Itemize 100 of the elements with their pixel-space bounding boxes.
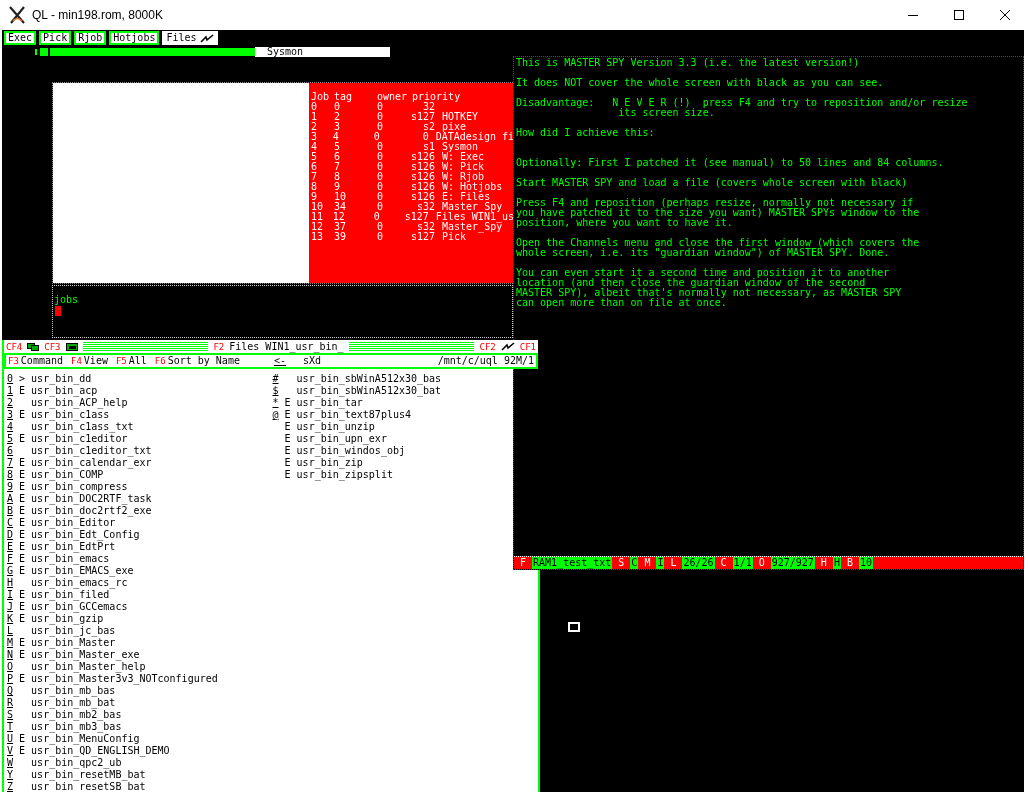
path-label: /mnt/c/uql 92M/1 <box>437 355 534 367</box>
hotkey-button[interactable]: Rjob <box>74 31 107 45</box>
file-item[interactable]: 6 usr_bin_c1editor_txt <box>7 445 152 457</box>
file-item[interactable]: J E usr_bin_GCCemacs <box>7 601 128 613</box>
menu-item[interactable]: View <box>83 355 108 367</box>
hotkey-button[interactable]: Exec <box>4 31 37 45</box>
file-item[interactable]: N E usr_bin_Master_exe <box>7 649 140 661</box>
hotkey-button[interactable]: Hotjobs <box>109 31 160 45</box>
table-cell-text: s126 <box>409 172 435 182</box>
table-cell-text: 1 <box>311 112 319 122</box>
file-item[interactable]: K E usr_bin_gzip <box>7 613 104 625</box>
file-item[interactable]: 3 E usr_bin_c1ass <box>7 409 110 421</box>
table-cell-text: 0 <box>377 152 385 162</box>
file-item[interactable]: 9 E usr_bin_compress <box>7 481 128 493</box>
table-cell: HOTKEY <box>442 112 479 122</box>
table-cell-text: 0 <box>377 102 385 112</box>
file-item[interactable]: 5 E usr_bin_c1editor <box>7 433 128 445</box>
column-header: Job <box>311 92 331 102</box>
file-item[interactable]: $ usr_bin_sbWinA512x30_bat <box>272 385 442 397</box>
file-item[interactable]: 8 E usr_bin_COMP <box>7 469 104 481</box>
close-icon <box>1000 10 1010 20</box>
table-cell-text: 3 <box>334 122 342 132</box>
file-item[interactable]: U E usr_bin_MenuConfig <box>7 733 140 745</box>
file-item[interactable]: A E usr_bin_DOC2RTF_task <box>7 493 152 505</box>
table-cell: W: Rjob <box>442 172 485 182</box>
table-cell-text: 32 <box>422 102 435 112</box>
table-cell-text: 0 <box>377 182 385 192</box>
file-item[interactable]: D E usr_bin_Edt_Config <box>7 529 140 541</box>
table-cell: W: Pick <box>442 162 485 172</box>
file-item[interactable]: R usr_bin_mb_bat <box>7 697 116 709</box>
file-item[interactable]: E E usr_bin_EdtPrt <box>7 541 116 553</box>
window-icon <box>65 342 78 351</box>
table-cell-text: 0 <box>377 202 385 212</box>
file-item[interactable]: 0 > usr_bin_dd <box>7 373 92 385</box>
status-field: I <box>656 557 665 569</box>
hotkey-button[interactable]: Pick <box>39 31 72 45</box>
function-key-label: F6 <box>154 355 166 367</box>
menu-item[interactable]: Sort by Name <box>167 355 240 367</box>
column-header: owner <box>377 92 409 102</box>
table-cell-text: s127 <box>409 232 435 242</box>
table-cell: E: Files <box>442 192 491 202</box>
file-item[interactable]: 2 usr_bin_ACP_help <box>7 397 128 409</box>
file-item[interactable]: E usr_bin_zip <box>272 457 363 469</box>
file-item[interactable]: Z usr_bin_resetSB_bat <box>7 781 146 792</box>
file-item[interactable]: M E usr_bin_Master <box>7 637 116 649</box>
file-item[interactable]: E usr_bin_upn_exr <box>272 433 387 445</box>
menu-item[interactable]: All <box>128 355 147 367</box>
table-cell-text: 5 <box>311 152 319 162</box>
lightning-icon <box>500 342 515 351</box>
table-cell-text: 11 <box>311 212 325 222</box>
file-item[interactable]: 7 E usr_bin_calendar_exr <box>7 457 152 469</box>
file-item[interactable]: H usr_bin_emacs_rc <box>7 577 128 589</box>
table-cell-text: s126 <box>409 182 435 192</box>
table-cell-text: 4 <box>332 132 340 142</box>
table-cell-text: s126 <box>409 152 435 162</box>
function-key-label: F3 <box>8 355 19 367</box>
table-cell-text: 8 <box>311 182 319 192</box>
file-item[interactable]: 4 usr_bin_c1ass_txt <box>7 421 134 433</box>
file-item[interactable]: L usr_bin_jc_bas <box>7 625 116 637</box>
file-item[interactable]: E usr_bin_windos_obj <box>272 445 405 457</box>
file-item[interactable]: B E usr_bin_doc2rtf2_exe <box>7 505 152 517</box>
outline-rectangle-icon <box>568 622 580 632</box>
column-header: priority <box>412 92 461 102</box>
file-item[interactable]: * E usr_bin_tar <box>272 397 363 409</box>
file-item[interactable]: @ E usr_bin_text87plus4 <box>272 409 411 421</box>
text-paragraph: Open the Channels menu and close the first window (which covers the whole screen, i.e. its "guardian window") of MASTER SPY. Done. <box>516 238 921 258</box>
file-item[interactable]: E usr_bin_unzip <box>272 421 375 433</box>
file-item[interactable]: T usr_bin_mb3_bas <box>7 721 122 733</box>
hotkey-button[interactable]: Files <box>162 31 218 45</box>
file-item[interactable]: Y usr_bin_resetMB_bat <box>7 769 146 781</box>
file-item[interactable]: # usr_bin_sbWinA512x30_bas <box>272 373 442 385</box>
table-cell-text: 10 <box>334 192 348 202</box>
file-item[interactable]: E usr_bin_zipsplit <box>272 469 393 481</box>
status-field: 1/1 <box>732 557 753 569</box>
file-item[interactable]: 1 E usr_bin_acp <box>7 385 98 397</box>
file-item[interactable]: O usr_bin_Master_help <box>7 661 146 673</box>
table-cell-text: 5 <box>334 142 342 152</box>
table-cell: W: Hotjobs <box>442 182 503 192</box>
file-item[interactable]: V E usr_bin_QD_ENGLISH_DEMO <box>7 745 170 757</box>
lightning-icon <box>199 33 214 43</box>
file-item[interactable]: Q usr_bin_mb_bas <box>7 685 116 697</box>
table-cell-text: 37 <box>334 222 348 232</box>
file-item[interactable]: C E usr_bin_Editor <box>7 517 116 529</box>
table-cell: Master_Spy <box>442 222 503 232</box>
table-cell-text: 12 <box>311 222 325 232</box>
back-button[interactable]: <- <box>273 355 286 367</box>
file-item[interactable]: I E usr_bin_filed <box>7 589 110 601</box>
status-field: RAM1_test_txt <box>532 557 613 569</box>
file-item[interactable]: G E usr_bin_EMACS_exe <box>7 565 134 577</box>
console-text: jobs <box>54 295 79 305</box>
file-item[interactable]: W usr_bin_qpc2_ub <box>7 757 122 769</box>
table-cell: pixe <box>442 122 467 132</box>
table-cell-text: 2 <box>311 122 319 132</box>
text-cursor <box>55 306 61 316</box>
table-cell-text: s1 <box>421 142 435 152</box>
text-paragraph: This is MASTER SPY Version 3.3 (i.e. the latest version!) <box>516 58 861 68</box>
file-item[interactable]: F E usr_bin_emacs <box>7 553 110 565</box>
menu-item[interactable]: Command <box>20 355 63 367</box>
file-item[interactable]: S usr_bin_mb2_bas <box>7 709 122 721</box>
file-item[interactable]: P E usr_bin_Master3v3_NOTconfigured <box>7 673 218 685</box>
